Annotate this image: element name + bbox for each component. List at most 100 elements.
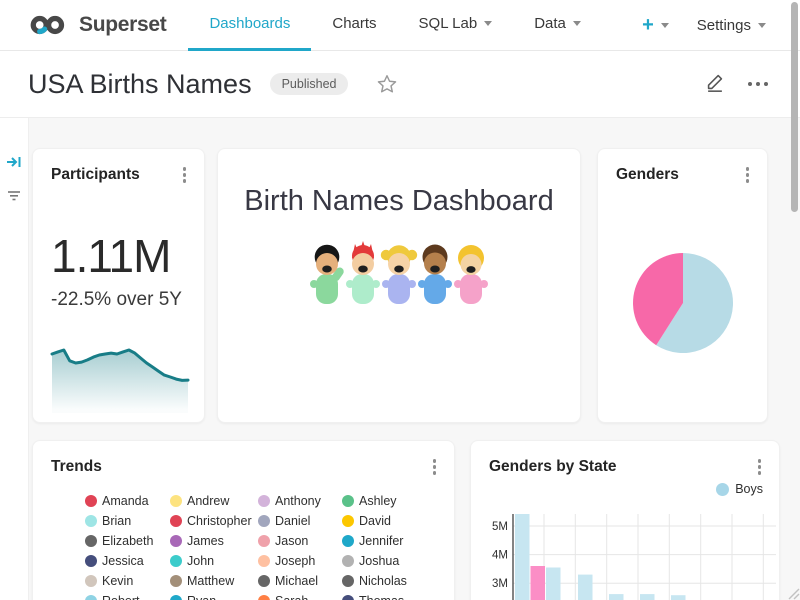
card-menu-icon[interactable] — [179, 165, 191, 185]
card-menu-icon[interactable] — [429, 457, 441, 477]
edit-dashboard-icon[interactable] — [704, 71, 726, 98]
legend-item-boys[interactable]: Boys — [716, 482, 763, 496]
bar-boys[interactable] — [515, 514, 530, 600]
bar-girls[interactable] — [531, 566, 546, 600]
card-menu-icon[interactable] — [742, 165, 754, 185]
legend-dot-icon — [170, 515, 182, 527]
legend-item[interactable]: Ryan — [170, 591, 258, 600]
caret-down-icon — [484, 21, 492, 26]
legend-item[interactable]: David — [342, 511, 438, 531]
bar-boys[interactable] — [578, 575, 593, 600]
superset-infinity-icon — [28, 13, 70, 37]
new-item-button[interactable]: + — [642, 14, 669, 37]
legend-dot-icon — [258, 555, 270, 567]
legend-item[interactable]: Jason — [258, 531, 342, 551]
legend-item[interactable]: Nicholas — [342, 571, 438, 591]
legend-item[interactable]: Christopher — [170, 511, 258, 531]
legend-item[interactable]: Amanda — [85, 491, 170, 511]
legend-dot-icon — [85, 555, 97, 567]
legend-label: Jason — [275, 534, 308, 548]
published-badge[interactable]: Published — [270, 73, 349, 95]
legend-label: Matthew — [187, 574, 234, 588]
genders-by-state-card: Genders by State Boys 5M4M3M — [470, 440, 780, 600]
legend-label: Thomas — [359, 594, 404, 600]
legend-item[interactable]: Joshua — [342, 551, 438, 571]
legend-item[interactable]: Andrew — [170, 491, 258, 511]
legend-label: Brian — [102, 514, 131, 528]
superset-logo[interactable]: Superset — [28, 13, 166, 37]
trends-legend: Amanda Andrew Anthony Ashley Brian Christophe… — [85, 491, 448, 600]
legend-dot-icon — [258, 535, 270, 547]
legend-item[interactable]: Jennifer — [342, 531, 438, 551]
nav-dashboards[interactable]: Dashboards — [188, 0, 311, 51]
caret-down-icon — [661, 23, 669, 28]
legend-label: Daniel — [275, 514, 310, 528]
legend-item[interactable]: Robert — [85, 591, 170, 600]
nav-data[interactable]: Data — [513, 0, 602, 51]
legend-dot-icon — [258, 495, 270, 507]
legend-label: Andrew — [187, 494, 229, 508]
legend-item[interactable]: Elizabeth — [85, 531, 170, 551]
legend-label: Joshua — [359, 554, 399, 568]
vertical-scrollbar[interactable] — [791, 2, 798, 212]
legend-item[interactable]: Sarah — [258, 591, 342, 600]
legend-item[interactable]: Joseph — [258, 551, 342, 571]
card-title: Genders by State — [489, 458, 617, 476]
legend-item[interactable]: Jessica — [85, 551, 170, 571]
legend-dot-icon — [85, 495, 97, 507]
big-number-value: 1.11M — [51, 229, 170, 283]
legend-label: Amanda — [102, 494, 149, 508]
caret-down-icon — [758, 23, 766, 28]
legend-item[interactable]: Ashley — [342, 491, 438, 511]
legend-label: Kevin — [102, 574, 133, 588]
legend-item[interactable]: Daniel — [258, 511, 342, 531]
legend-item[interactable]: Thomas — [342, 591, 438, 600]
expand-filters-icon[interactable] — [6, 154, 22, 175]
legend-dot-icon — [170, 575, 182, 587]
page-title: USA Births Names — [28, 69, 252, 100]
legend-dot-icon — [716, 483, 729, 496]
legend-dot-icon — [258, 575, 270, 587]
y-axis-tick: 3M — [492, 578, 508, 590]
trends-card: Trends Amanda Andrew Anthony Ashley Brian Chr… — [32, 440, 455, 600]
genders-by-state-bar-chart: 5M4M3M — [471, 501, 781, 600]
legend-dot-icon — [342, 575, 354, 587]
legend-item[interactable]: John — [170, 551, 258, 571]
top-nav-bar: Superset Dashboards Charts SQL Lab Data … — [0, 0, 800, 51]
legend-dot-icon — [85, 535, 97, 547]
legend-label: Michael — [275, 574, 318, 588]
filter-rail — [0, 118, 29, 600]
collapse-filters-icon[interactable] — [6, 189, 22, 208]
legend-dot-icon — [85, 515, 97, 527]
resize-handle-icon[interactable] — [784, 584, 800, 600]
legend-item[interactable]: Matthew — [170, 571, 258, 591]
legend-dot-icon — [170, 495, 182, 507]
bar-boys[interactable] — [609, 594, 624, 600]
legend-dot-icon — [85, 575, 97, 587]
legend-dot-icon — [170, 555, 182, 567]
legend-label: Anthony — [275, 494, 321, 508]
legend-item[interactable]: Michael — [258, 571, 342, 591]
legend-item[interactable]: Brian — [85, 511, 170, 531]
legend-label: Jessica — [102, 554, 144, 568]
more-actions-icon[interactable] — [748, 82, 768, 86]
legend-item[interactable]: Anthony — [258, 491, 342, 511]
bar-boys[interactable] — [546, 568, 561, 600]
participants-card: Participants 1.11M -22.5% over 5Y — [32, 148, 205, 423]
legend-dot-icon — [258, 595, 270, 600]
settings-menu[interactable]: Settings — [697, 17, 766, 34]
nav-charts[interactable]: Charts — [311, 0, 397, 51]
big-number-subheader: -22.5% over 5Y — [51, 289, 182, 311]
legend-label: Robert — [102, 594, 140, 600]
nav-sql-lab[interactable]: SQL Lab — [398, 0, 514, 51]
legend-dot-icon — [342, 495, 354, 507]
legend-label: Christopher — [187, 514, 252, 528]
caret-down-icon — [573, 21, 581, 26]
legend-item[interactable]: James — [170, 531, 258, 551]
bar-boys[interactable] — [671, 595, 686, 600]
card-title: Trends — [51, 458, 102, 476]
bar-boys[interactable] — [640, 594, 655, 600]
legend-item[interactable]: Kevin — [85, 571, 170, 591]
favorite-star-icon[interactable] — [376, 73, 398, 95]
card-menu-icon[interactable] — [754, 457, 766, 477]
